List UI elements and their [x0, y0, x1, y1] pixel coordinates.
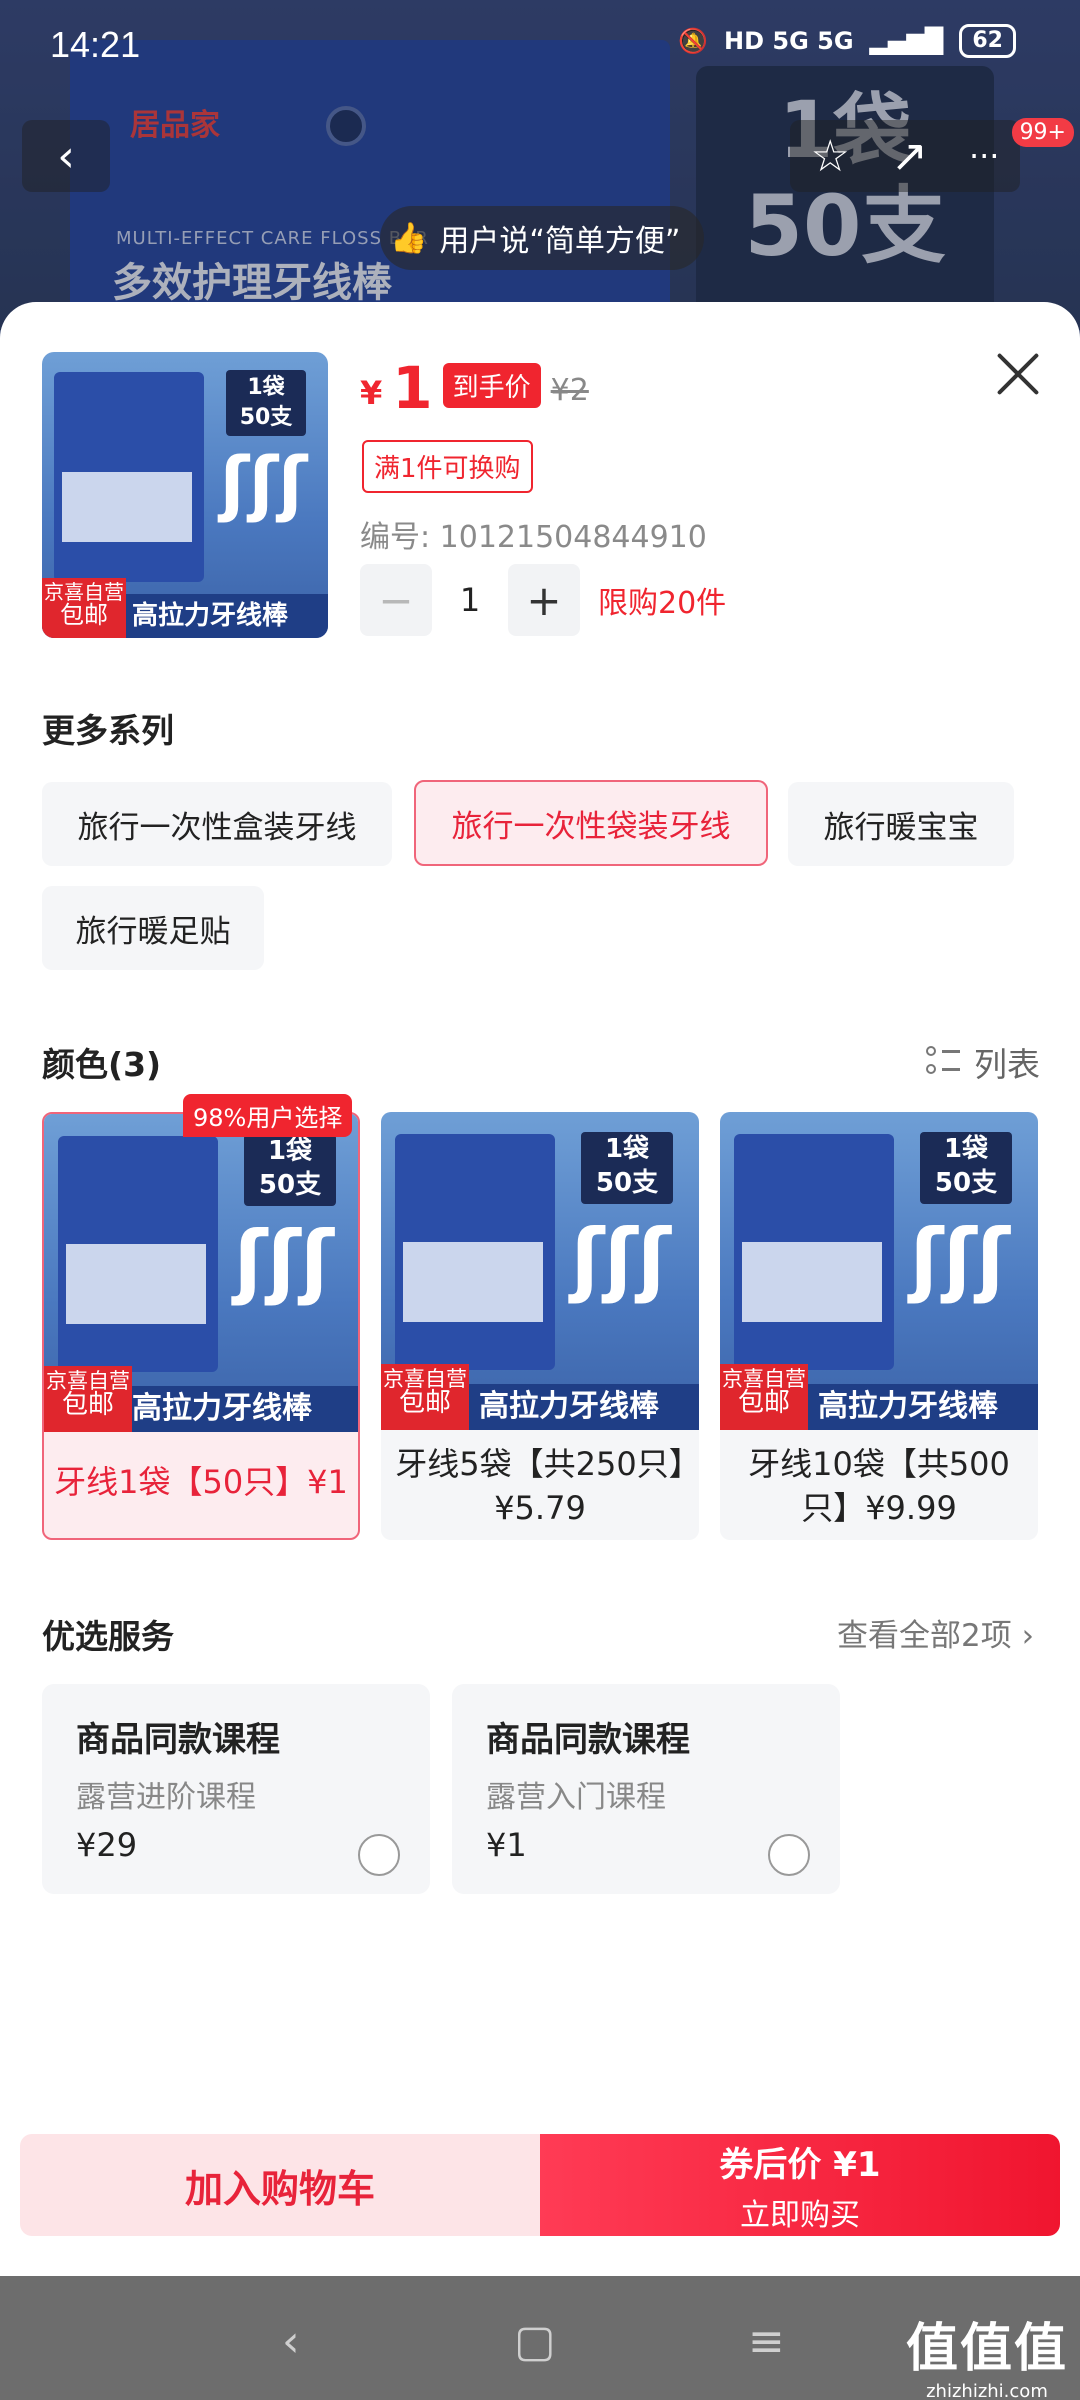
battery-icon: 62 [959, 24, 1016, 58]
service-card[interactable]: 商品同款课程 露营入门课程 ¥1 [452, 1684, 840, 1894]
variant-image: 1袋 50支 ʃʃʃ 高拉力牙线棒 京喜自营 包邮 [720, 1112, 1038, 1430]
final-price-tag: 到手价 [442, 363, 541, 408]
series-title: 更多系列 [42, 711, 174, 750]
jd-badge: 京喜自营 包邮 [42, 578, 126, 638]
action-bar: 加入购物车 券后价 ¥1 立即购买 [20, 2134, 1060, 2236]
clock: 14:21 [50, 24, 141, 65]
color-title: 颜色(3) [42, 1045, 162, 1084]
service-title: 商品同款课程 [486, 1720, 690, 1760]
variant-image: 1袋 50支 ʃʃʃ 高拉力牙线棒 京喜自营 包邮 [44, 1114, 358, 1432]
mute-icon: 🔕 [678, 27, 709, 55]
variant-label: 牙线1袋【50只】¥1 [54, 1463, 348, 1501]
buy-now-label: 立即购买 [740, 2197, 860, 2233]
chevron-left-icon: ‹ [57, 130, 75, 182]
variant-label: 牙线10袋【共500只】¥9.99 [748, 1445, 1010, 1527]
quantity-stepper: − 1 + 限购20件 [360, 564, 726, 636]
promo-badge: 满1件可换购 [362, 440, 533, 493]
thumbs-up-icon: 👍 [390, 220, 428, 256]
list-icon [926, 1046, 960, 1078]
currency-symbol: ¥ [360, 374, 383, 412]
signal-icon: ▂▄▆█ [869, 27, 944, 55]
service-price: ¥1 [486, 1826, 527, 1864]
series-option[interactable]: 旅行暖宝宝 [788, 782, 1014, 866]
increase-button[interactable]: + [508, 564, 580, 636]
popular-choice-badge: 98%用户选择 [183, 1094, 353, 1137]
floss-picks: ʃʃʃ [220, 442, 308, 524]
color-option-selected[interactable]: 1袋 50支 ʃʃʃ 高拉力牙线棒 京喜自营 包邮 牙线1袋【50只】¥1 [42, 1112, 360, 1540]
variant-image: 1袋 50支 ʃʃʃ 高拉力牙线棒 京喜自营 包邮 [381, 1112, 699, 1430]
product-thumbnail[interactable]: 1袋 50支 ʃʃʃ 高拉力牙线棒 京喜自营 包邮 [42, 352, 328, 638]
color-option[interactable]: 1袋 50支 ʃʃʃ 高拉力牙线棒 京喜自营 包邮 牙线5袋【共250只】¥5.… [381, 1112, 699, 1540]
status-bar: 14:21 🔕 HD 5G 5G ▂▄▆█ 62 [0, 0, 1080, 90]
toast-text: 用户说“简单方便” [439, 224, 681, 259]
list-view-toggle[interactable]: 列表 [926, 1038, 1040, 1086]
original-price: ¥2 [550, 373, 589, 408]
variant-label: 牙线5袋【共250只】¥5.79 [395, 1445, 685, 1527]
message-badge: 99+ [1011, 118, 1074, 147]
series-option-selected[interactable]: 旅行一次性袋装牙线 [414, 780, 768, 866]
list-toggle-label: 列表 [974, 1045, 1040, 1084]
watermark: 值值值 zhizhizhi.com [905, 2319, 1068, 2400]
service-price: ¥29 [76, 1826, 138, 1864]
more-icon[interactable]: ··· [969, 137, 1000, 175]
final-price: 1 [392, 354, 433, 422]
back-button[interactable]: ‹ [22, 120, 110, 192]
bag-count-tag: 1袋 50支 [226, 370, 306, 436]
service-card[interactable]: 商品同款课程 露营进阶课程 ¥29 [42, 1684, 430, 1894]
quantity-value[interactable]: 1 [432, 581, 508, 619]
service-radio[interactable] [358, 1834, 400, 1876]
close-icon[interactable] [994, 350, 1042, 398]
add-to-cart-button[interactable]: 加入购物车 [20, 2134, 540, 2236]
network-indicator: HD 5G 5G [724, 27, 854, 55]
service-title: 商品同款课程 [76, 1720, 280, 1760]
system-back-icon[interactable]: ‹ [282, 2316, 300, 2367]
sku-number: 编号: 10121504844910 [360, 520, 707, 555]
see-all-services-link[interactable]: 查看全部2项 › [837, 1610, 1034, 1655]
system-menu-icon[interactable]: ≡ [748, 2316, 785, 2367]
top-actions: ☆ ↗ ··· [790, 120, 1020, 192]
price-row: ¥ 1 到手价 ¥2 [360, 358, 589, 418]
status-icons: 🔕 HD 5G 5G ▂▄▆█ 62 [678, 24, 1016, 58]
service-subtitle: 露营入门课程 [486, 1780, 666, 1815]
review-toast: 👍 用户说“简单方便” [380, 206, 705, 270]
series-option[interactable]: 旅行一次性盒装牙线 [42, 782, 392, 866]
share-icon[interactable]: ↗ [891, 131, 928, 182]
system-home-icon[interactable]: ▢ [514, 2316, 556, 2367]
services-title: 优选服务 [42, 1617, 174, 1656]
service-subtitle: 露营进阶课程 [76, 1780, 256, 1815]
purchase-limit: 限购20件 [598, 586, 727, 621]
series-option[interactable]: 旅行暖足贴 [42, 886, 264, 970]
buy-now-button[interactable]: 券后价 ¥1 立即购买 [540, 2134, 1060, 2236]
decrease-button[interactable]: − [360, 564, 432, 636]
coupon-price-label: 券后价 ¥1 [719, 2144, 881, 2185]
star-icon[interactable]: ☆ [811, 131, 850, 182]
color-option[interactable]: 1袋 50支 ʃʃʃ 高拉力牙线棒 京喜自营 包邮 牙线10袋【共500只】¥9… [720, 1112, 1038, 1540]
service-radio[interactable] [768, 1834, 810, 1876]
